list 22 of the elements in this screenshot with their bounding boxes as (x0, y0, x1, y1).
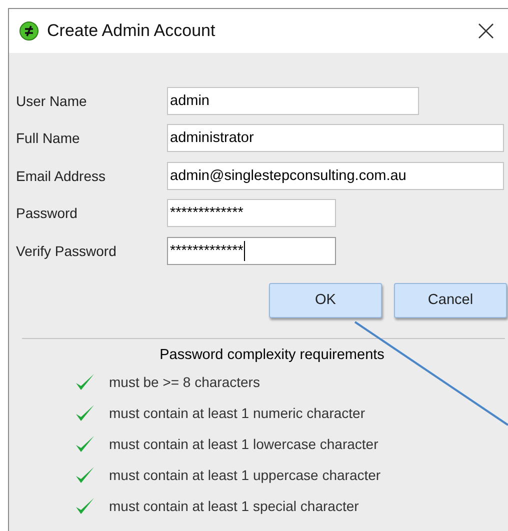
requirement-text: must contain at least 1 numeric character (109, 405, 366, 421)
window-title: Create Admin Account (47, 21, 216, 41)
input-field[interactable]: ************* (167, 199, 336, 228)
field-label: Verify Password (16, 242, 118, 259)
requirement-text: must be >= 8 characters (109, 374, 260, 390)
requirements-title: Password complexity requirements (158, 346, 384, 362)
ok-button[interactable]: OK (269, 282, 382, 318)
field-label: Password (16, 205, 78, 222)
input-field[interactable]: admin@singlestepconsulting.com.au (167, 162, 504, 190)
input-field[interactable]: admin (167, 86, 419, 115)
close-icon (478, 23, 494, 39)
app-icon (19, 21, 39, 41)
input-field[interactable]: ************* (167, 236, 336, 265)
requirement-text: must contain at least 1 lowercase character (109, 436, 378, 452)
field-label: Email Address (16, 168, 106, 184)
text-cursor (244, 240, 246, 261)
field-label: User Name (16, 92, 88, 109)
requirement-text: must contain at least 1 uppercase character (109, 467, 381, 483)
field-label: Full Name (16, 130, 81, 146)
requirement-text: must contain at least 1 special character (109, 498, 359, 514)
input-field[interactable]: administrator (167, 124, 504, 152)
cancel-button[interactable]: Cancel (394, 282, 507, 318)
